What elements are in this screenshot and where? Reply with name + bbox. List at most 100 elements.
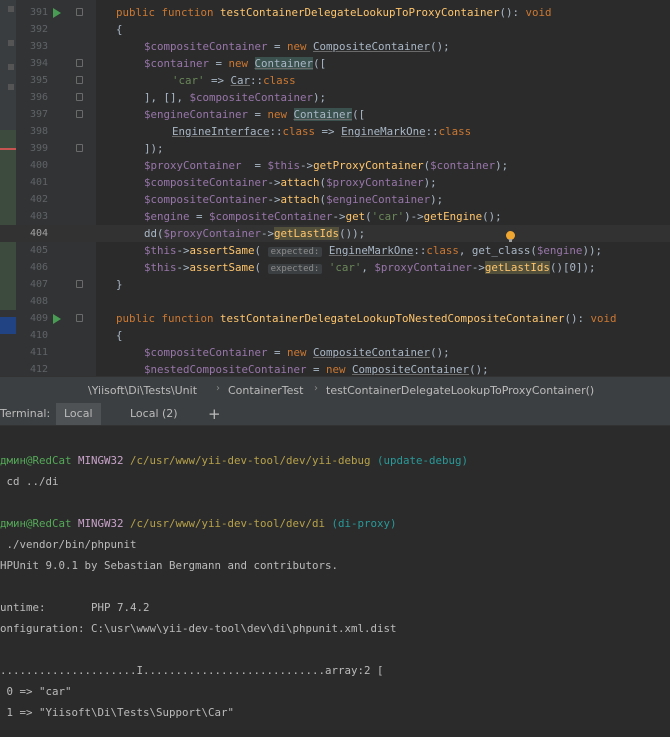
code-line[interactable]: 405 $this->assertSame( expected: EngineMa… (0, 242, 670, 259)
code-content: $engine = $compositeContainer->get('car'… (144, 208, 502, 225)
code-text: { (116, 329, 123, 342)
code-line[interactable]: 412 $nestedCompositeContainer = new Compo… (0, 361, 670, 376)
line-number: 411 (29, 347, 48, 358)
code-line[interactable]: 399]); (0, 140, 670, 157)
add-tab-icon[interactable]: + (208, 403, 221, 425)
code-text: ); (495, 159, 509, 172)
code-text: -> (176, 261, 190, 274)
code-content: $nestedCompositeContainer = new Composit… (144, 361, 489, 376)
code-content: 'car' => Car::class (172, 72, 296, 89)
code-text: ); (313, 91, 327, 104)
code-text: ); (423, 176, 437, 189)
code-content: public function testContainerDelegateLoo… (116, 4, 552, 21)
line-number: 408 (29, 296, 48, 307)
fold-marker-icon[interactable] (76, 110, 83, 118)
variable: $compositeContainer (144, 40, 268, 53)
method-call: get (345, 210, 366, 223)
fold-marker-icon[interactable] (76, 59, 83, 67)
code-content: $container = new Container([ (144, 55, 326, 72)
fold-marker-icon[interactable] (76, 93, 83, 101)
tab-local[interactable]: Local (56, 403, 101, 425)
code-text: ], [], (144, 91, 190, 104)
breadcrumb-namespace[interactable]: \Yiisoft\Di\Tests\Unit (88, 384, 197, 397)
string-literal: 'car' (172, 74, 205, 87)
code-text: { (116, 23, 123, 36)
code-line[interactable]: 411 $compositeContainer = new CompositeCo… (0, 344, 670, 361)
code-text: = (241, 159, 268, 172)
prompt-segment: MINGW32 (78, 454, 131, 467)
run-test-icon[interactable] (53, 8, 61, 18)
line-number: 394 (29, 58, 48, 69)
code-text: -> (267, 193, 281, 206)
terminal-line: дмин@RedCat MINGW32 /c/usr/www/yii-dev-t… (0, 515, 397, 532)
terminal-line: 0 => "car" (0, 685, 72, 698)
code-line[interactable]: 401 $compositeContainer->attach($proxyCon… (0, 174, 670, 191)
breadcrumb-method[interactable]: testContainerDelegateLookupToProxyContai… (326, 384, 594, 397)
code-line[interactable]: 400 $proxyContainer = $this->getProxyCont… (0, 157, 670, 174)
code-line[interactable]: 406 $this->assertSame( expected: 'car', $… (0, 259, 670, 276)
line-number: 405 (29, 245, 48, 256)
variable: $engineContainer (326, 193, 431, 206)
fold-marker-icon[interactable] (76, 314, 83, 322)
code-text: -> (176, 244, 190, 257)
terminal-tab-bar: Terminal: Local Local (2) + (0, 403, 670, 426)
code-text: , (361, 261, 375, 274)
code-line[interactable]: 395 'car' => Car::class (0, 72, 670, 89)
variable: $container (144, 57, 210, 70)
code-line[interactable]: 409 public function testContainerDelegate… (0, 310, 670, 327)
method-call: assertSame (189, 244, 255, 257)
terminal-output[interactable]: дмин@RedCat MINGW32 /c/usr/www/yii-dev-t… (0, 426, 670, 737)
line-number: 395 (29, 75, 48, 86)
lightbulb-icon[interactable] (506, 231, 515, 242)
keyword: class (263, 74, 296, 87)
prompt-segment: MINGW32 (78, 517, 131, 530)
keyword: new (287, 40, 314, 53)
code-content: } (116, 276, 123, 293)
code-line[interactable]: 403 $engine = $compositeContainer->get('c… (0, 208, 670, 225)
variable: $nestedCompositeContainer (144, 363, 307, 376)
code-text: } (116, 278, 123, 291)
variable: $compositeContainer (144, 193, 268, 206)
code-text: ([ (313, 57, 327, 70)
code-line[interactable]: 397 $engineContainer = new Container([ (0, 106, 670, 123)
code-text: ()[0]); (549, 261, 596, 274)
parameter-hint: expected: (267, 264, 323, 274)
code-line[interactable]: 396], [], $compositeContainer); (0, 89, 670, 106)
code-text: ( (254, 261, 268, 274)
code-line[interactable]: 391 public function testContainerDelegate… (0, 4, 670, 21)
variable: $proxyContainer (326, 176, 424, 189)
code-line[interactable]: 398 EngineInterface::class => EngineMarkO… (0, 123, 670, 140)
method-call: assertSame (189, 261, 255, 274)
code-line[interactable]: 404 dd($proxyContainer->getLastIds()); (0, 225, 670, 242)
code-line[interactable]: 407} (0, 276, 670, 293)
code-line[interactable]: 402 $compositeContainer->attach($engineCo… (0, 191, 670, 208)
code-line[interactable]: 393 $compositeContainer = new CompositeCo… (0, 38, 670, 55)
terminal-line: 1 => "Yiisoft\Di\Tests\Support\Car" (0, 706, 235, 719)
fold-marker-icon[interactable] (76, 76, 83, 84)
run-test-icon[interactable] (53, 314, 61, 324)
method-call: attach (280, 176, 320, 189)
prompt-segment: дмин@RedCat (0, 517, 79, 530)
code-line[interactable]: 392 { (0, 21, 670, 38)
variable: $compositeContainer (144, 176, 268, 189)
code-text: :: (250, 74, 264, 87)
string-literal: 'car' (328, 261, 362, 274)
code-text: = (267, 346, 288, 359)
line-number: 409 (29, 313, 48, 324)
code-text: :: (413, 244, 427, 257)
fold-marker-icon[interactable] (76, 8, 83, 16)
variable: $compositeContainer (144, 346, 268, 359)
code-editor[interactable]: 391 public function testContainerDelegate… (0, 0, 670, 376)
line-number: 402 (29, 194, 48, 205)
fold-marker-icon[interactable] (76, 280, 83, 288)
breadcrumb-class[interactable]: ContainerTest (228, 384, 303, 397)
keyword: public function (116, 6, 221, 19)
line-number: 393 (29, 41, 48, 52)
code-text: = (189, 210, 210, 223)
code-line[interactable]: 394 $container = new Container([ (0, 55, 670, 72)
code-line[interactable]: 408 (0, 293, 670, 310)
keyword: class (426, 244, 459, 257)
tab-local-2[interactable]: Local (2) (122, 403, 186, 425)
fold-marker-icon[interactable] (76, 144, 83, 152)
code-line[interactable]: 410 { (0, 327, 670, 344)
